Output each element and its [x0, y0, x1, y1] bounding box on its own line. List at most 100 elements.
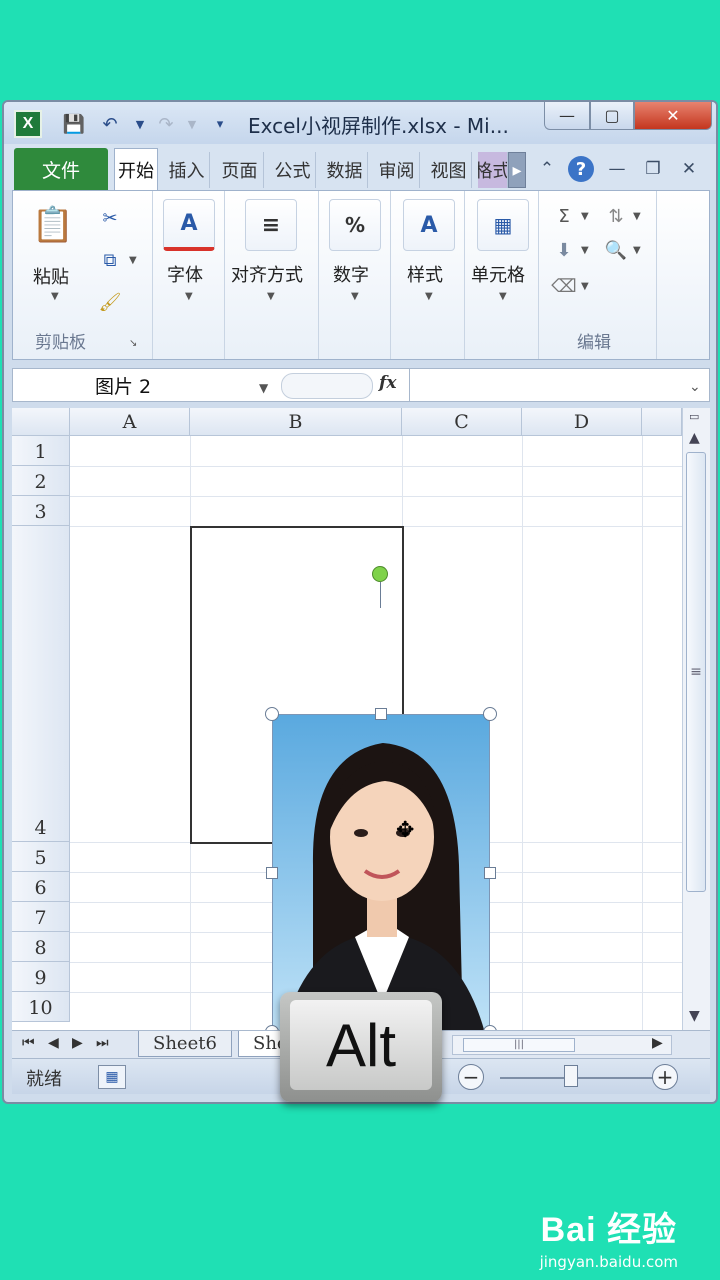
customize-qat-icon[interactable]: ▾ [206, 110, 234, 138]
find-select-icon[interactable]: 🔍 [601, 237, 631, 263]
cut-icon[interactable]: ✂ [95, 205, 125, 231]
tab-home[interactable]: 开始 [114, 148, 158, 190]
tab-file[interactable]: 文件 [14, 148, 108, 190]
row-header-10[interactable]: 10 [12, 992, 70, 1022]
autosum-icon[interactable]: Σ [549, 203, 579, 229]
tab-format[interactable]: 格式 [478, 152, 508, 188]
column-header-b[interactable]: B [190, 408, 402, 436]
insert-function-icon[interactable]: fx [379, 373, 396, 393]
workbook-close-icon[interactable]: ✕ [676, 156, 702, 182]
copy-dropdown-icon[interactable]: ▼ [129, 255, 137, 266]
collapse-ribbon-icon[interactable]: ⌃ [534, 156, 560, 182]
paste-icon[interactable]: 📋 [31, 201, 75, 249]
row-header-3[interactable]: 3 [12, 496, 70, 526]
alignment-label[interactable]: 对齐方式 [231, 261, 303, 287]
scroll-down-icon[interactable]: ▼ [689, 1008, 700, 1024]
vertical-scroll-thumb[interactable]: ≡ [686, 452, 706, 892]
formula-input[interactable] [411, 369, 683, 401]
vertical-scrollbar[interactable]: ▭ ▲ ≡ ▼ [682, 408, 710, 1032]
paste-dropdown-icon[interactable]: ▼ [51, 291, 59, 302]
column-header-e[interactable] [642, 408, 682, 436]
column-header-c[interactable]: C [402, 408, 522, 436]
row-header-1[interactable]: 1 [12, 436, 70, 466]
zoom-slider-track[interactable] [500, 1077, 660, 1079]
id-photo-picture[interactable] [272, 714, 490, 1032]
undo-icon[interactable]: ↶ [96, 110, 124, 138]
first-sheet-icon[interactable]: ⏮ [22, 1035, 35, 1051]
tab-review[interactable]: 审阅 [374, 152, 420, 188]
scroll-right-icon[interactable]: ▶ [652, 1035, 663, 1051]
find-select-dropdown-icon[interactable]: ▼ [633, 245, 641, 256]
styles-icon[interactable]: A [403, 199, 455, 251]
font-icon[interactable]: A [163, 199, 215, 251]
sheet-tab-sheet6[interactable]: Sheet6 [138, 1031, 232, 1057]
scroll-up-icon[interactable]: ▲ [689, 430, 700, 446]
restore-button[interactable]: ▢ [590, 102, 634, 130]
tab-view[interactable]: 视图 [426, 152, 472, 188]
tab-insert[interactable]: 插入 [164, 152, 210, 188]
row-header-7[interactable]: 7 [12, 902, 70, 932]
name-box[interactable]: 图片 2 [13, 369, 283, 401]
spreadsheet-grid[interactable]: A B C D 1 2 3 4 5 6 7 8 9 10 ✥ ▭ ▲ ≡ ▼ [12, 408, 710, 1039]
format-painter-icon[interactable]: 🖌 [95, 289, 125, 315]
split-box-icon[interactable]: ▭ [689, 410, 699, 423]
row-header-6[interactable]: 6 [12, 872, 70, 902]
clipboard-launcher-icon[interactable]: ↘ [129, 338, 137, 349]
font-label[interactable]: 字体 [167, 261, 203, 287]
row-header-5[interactable]: 5 [12, 842, 70, 872]
styles-dropdown-icon[interactable]: ▼ [425, 291, 433, 302]
percent-icon[interactable]: % [329, 199, 381, 251]
resize-handle-top[interactable] [375, 708, 387, 720]
zoom-out-button[interactable]: − [458, 1064, 484, 1090]
paste-label[interactable]: 粘贴 [33, 263, 69, 289]
minimize-button[interactable]: — [544, 102, 590, 130]
clear-icon[interactable]: ⌫ [549, 273, 579, 299]
sort-filter-icon[interactable]: ⇅ [601, 203, 631, 229]
cells-icon[interactable]: ▦ [477, 199, 529, 251]
tab-page-layout[interactable]: 页面 [216, 152, 264, 188]
tab-scroll-right-icon[interactable]: ▸ [508, 152, 526, 188]
autosum-dropdown-icon[interactable]: ▼ [581, 211, 589, 222]
help-icon[interactable]: ? [568, 156, 594, 182]
name-box-dropdown-icon[interactable]: ▼ [259, 381, 268, 395]
macro-record-icon[interactable]: ▦ [98, 1065, 126, 1089]
column-header-d[interactable]: D [522, 408, 642, 436]
sort-filter-dropdown-icon[interactable]: ▼ [633, 211, 641, 222]
row-header-8[interactable]: 8 [12, 932, 70, 962]
alignment-icon[interactable]: ≡ [245, 199, 297, 251]
select-all-corner[interactable] [12, 408, 70, 436]
redo-icon[interactable]: ↷ [152, 110, 180, 138]
expand-formula-bar-icon[interactable]: ⌄ [689, 379, 701, 395]
clear-dropdown-icon[interactable]: ▼ [581, 281, 589, 292]
resize-handle-left[interactable] [266, 867, 278, 879]
copy-icon[interactable]: ⧉ [95, 247, 125, 273]
rotation-handle[interactable] [372, 566, 388, 582]
styles-label[interactable]: 样式 [407, 261, 443, 287]
workbook-restore-icon[interactable]: ❐ [640, 156, 666, 182]
column-header-a[interactable]: A [70, 408, 190, 436]
undo-dropdown-icon[interactable]: ▼ [126, 110, 154, 138]
zoom-slider-thumb[interactable] [564, 1065, 578, 1087]
alignment-dropdown-icon[interactable]: ▼ [267, 291, 275, 302]
font-dropdown-icon[interactable]: ▼ [185, 291, 193, 302]
zoom-in-button[interactable]: + [652, 1064, 678, 1090]
resize-handle-right[interactable] [484, 867, 496, 879]
resize-handle-top-left[interactable] [265, 707, 279, 721]
fill-dropdown-icon[interactable]: ▼ [581, 245, 589, 256]
row-header-9[interactable]: 9 [12, 962, 70, 992]
horizontal-scrollbar[interactable]: ||| [452, 1035, 672, 1055]
cells-label[interactable]: 单元格 [471, 261, 525, 287]
last-sheet-icon[interactable]: ⏭ [96, 1035, 109, 1051]
redo-dropdown-icon[interactable]: ▼ [178, 110, 206, 138]
workbook-minimize-icon[interactable]: — [604, 156, 630, 182]
excel-app-icon[interactable]: X [14, 110, 42, 138]
close-button[interactable]: ✕ [634, 102, 712, 130]
prev-sheet-icon[interactable]: ◀ [48, 1035, 59, 1051]
tab-data[interactable]: 数据 [322, 152, 368, 188]
save-icon[interactable]: 💾 [60, 110, 88, 138]
row-header-4[interactable]: 4 [12, 526, 70, 842]
number-label[interactable]: 数字 [333, 261, 369, 287]
row-header-2[interactable]: 2 [12, 466, 70, 496]
fill-icon[interactable]: ⬇ [549, 237, 579, 263]
next-sheet-icon[interactable]: ▶ [72, 1035, 83, 1051]
